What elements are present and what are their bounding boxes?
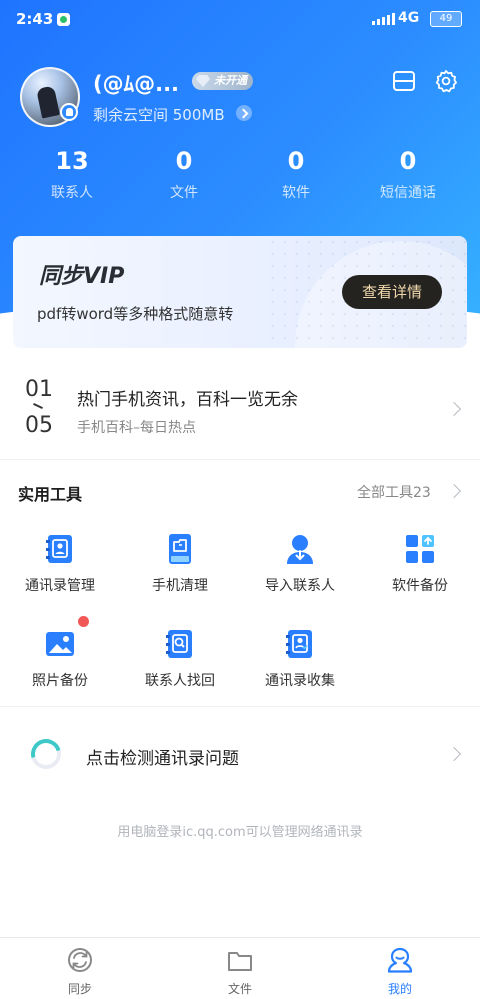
avatar-figure [36,85,60,119]
tool-label: 导入联系人 [265,578,335,594]
news-date-month: 01 [25,377,53,402]
footer-tip: 用电脑登录ic.qq.com可以管理网络通讯录 [117,825,363,840]
tab-label: 同步 [67,982,92,996]
tool-photo-backup[interactable]: 照片备份 [0,616,120,708]
tool-label: 联系人找回 [145,673,215,689]
contacts-book-icon [46,535,72,563]
stat-label: 联系人 [51,185,93,201]
tab-files[interactable]: 文件 [160,938,320,999]
tool-label: 通讯录管理 [25,578,95,594]
news-title: 热门手机资讯，百科一览无余 [77,390,298,410]
vip-status-label: 未开通 [214,74,247,87]
vip-status-badge[interactable]: 未开通 [192,72,253,90]
date-separator [33,402,43,410]
detect-contacts-row[interactable]: 点击检测通讯录问题 [0,725,480,783]
contacts-collect-icon [286,630,312,658]
bottom-nav: 同步 文件 我的 [0,937,480,999]
cloud-storage-text[interactable]: 剩余云空间 500MB [93,104,225,125]
stat-value: 13 [55,147,89,175]
all-tools-link[interactable]: 全部工具23 [357,482,431,502]
stat-contacts[interactable]: 13 联系人 [22,146,122,202]
contact-recover-icon [166,630,192,658]
tool-label: 软件备份 [392,578,448,594]
stat-value: 0 [175,147,193,175]
profile-icon [387,947,413,973]
folder-icon [228,952,252,971]
network-type: 4G [398,10,420,26]
chevron-right-icon[interactable] [236,105,252,121]
tools-title: 实用工具 [18,485,83,504]
stat-sms-calls[interactable]: 0 短信通话 [358,146,458,202]
chevron-right-icon[interactable] [446,483,462,499]
detect-text: 点击检测通讯录问题 [86,749,239,769]
tab-label: 文件 [227,982,252,996]
scan-icon[interactable] [392,70,416,92]
vip-promo-card[interactable]: 同步VIP pdf转word等多种格式随意转 查看详情 [13,236,467,348]
status-bar: 2:43 4G 49 [0,0,480,40]
tools-header: 实用工具 全部工具23 [0,474,480,508]
chevron-right-icon [446,401,462,417]
signal-icon [372,11,395,25]
stat-label: 文件 [170,185,198,201]
news-subtitle: 手机百科–每日热点 [77,420,196,436]
stat-value: 0 [399,147,417,175]
stat-apps[interactable]: 0 软件 [246,146,346,202]
tool-label: 手机清理 [152,578,208,594]
chevron-right-icon [446,746,462,762]
vip-card-title: 同步VIP [39,264,125,289]
sync-icon [68,948,92,972]
tool-contacts-manage[interactable]: 通讯录管理 [0,533,120,613]
tab-mine[interactable]: 我的 [320,938,480,999]
tab-sync[interactable]: 同步 [0,938,160,999]
status-time: 2:43 [16,10,54,28]
phone-clean-icon [169,534,191,564]
gear-icon[interactable] [434,69,458,93]
notification-app-icon [57,13,70,26]
news-date-day: 05 [25,413,53,438]
tab-label: 我的 [387,982,412,996]
new-badge [78,616,89,627]
nickname[interactable]: (@ﾑ@... [93,68,179,98]
view-details-button[interactable]: 查看详情 [342,275,442,309]
tool-app-backup[interactable]: 软件备份 [360,533,480,613]
tool-import-contacts[interactable]: 导入联系人 [240,533,360,613]
stat-label: 短信通话 [380,185,436,201]
import-contact-icon [287,535,313,564]
section-divider [0,706,480,707]
battery-icon: 49 [430,11,462,27]
stat-label: 软件 [282,185,310,201]
vip-card-description: pdf转word等多种格式随意转 [37,305,234,323]
diamond-icon [196,75,210,87]
photo-backup-icon [46,632,74,656]
tool-label: 照片备份 [32,673,88,689]
news-item[interactable]: 01 05 热门手机资讯，百科一览无余 手机百科–每日热点 [0,366,480,460]
tool-phone-clean[interactable]: 手机清理 [120,533,240,613]
stat-files[interactable]: 0 文件 [134,146,234,202]
stat-value: 0 [287,147,305,175]
qq-badge-icon [60,103,78,121]
tool-label: 通讯录收集 [265,673,335,689]
tool-contacts-collect[interactable]: 通讯录收集 [240,628,360,708]
loading-ring-icon [25,733,67,775]
tool-contact-recover[interactable]: 联系人找回 [120,628,240,708]
app-backup-icon [406,535,434,563]
